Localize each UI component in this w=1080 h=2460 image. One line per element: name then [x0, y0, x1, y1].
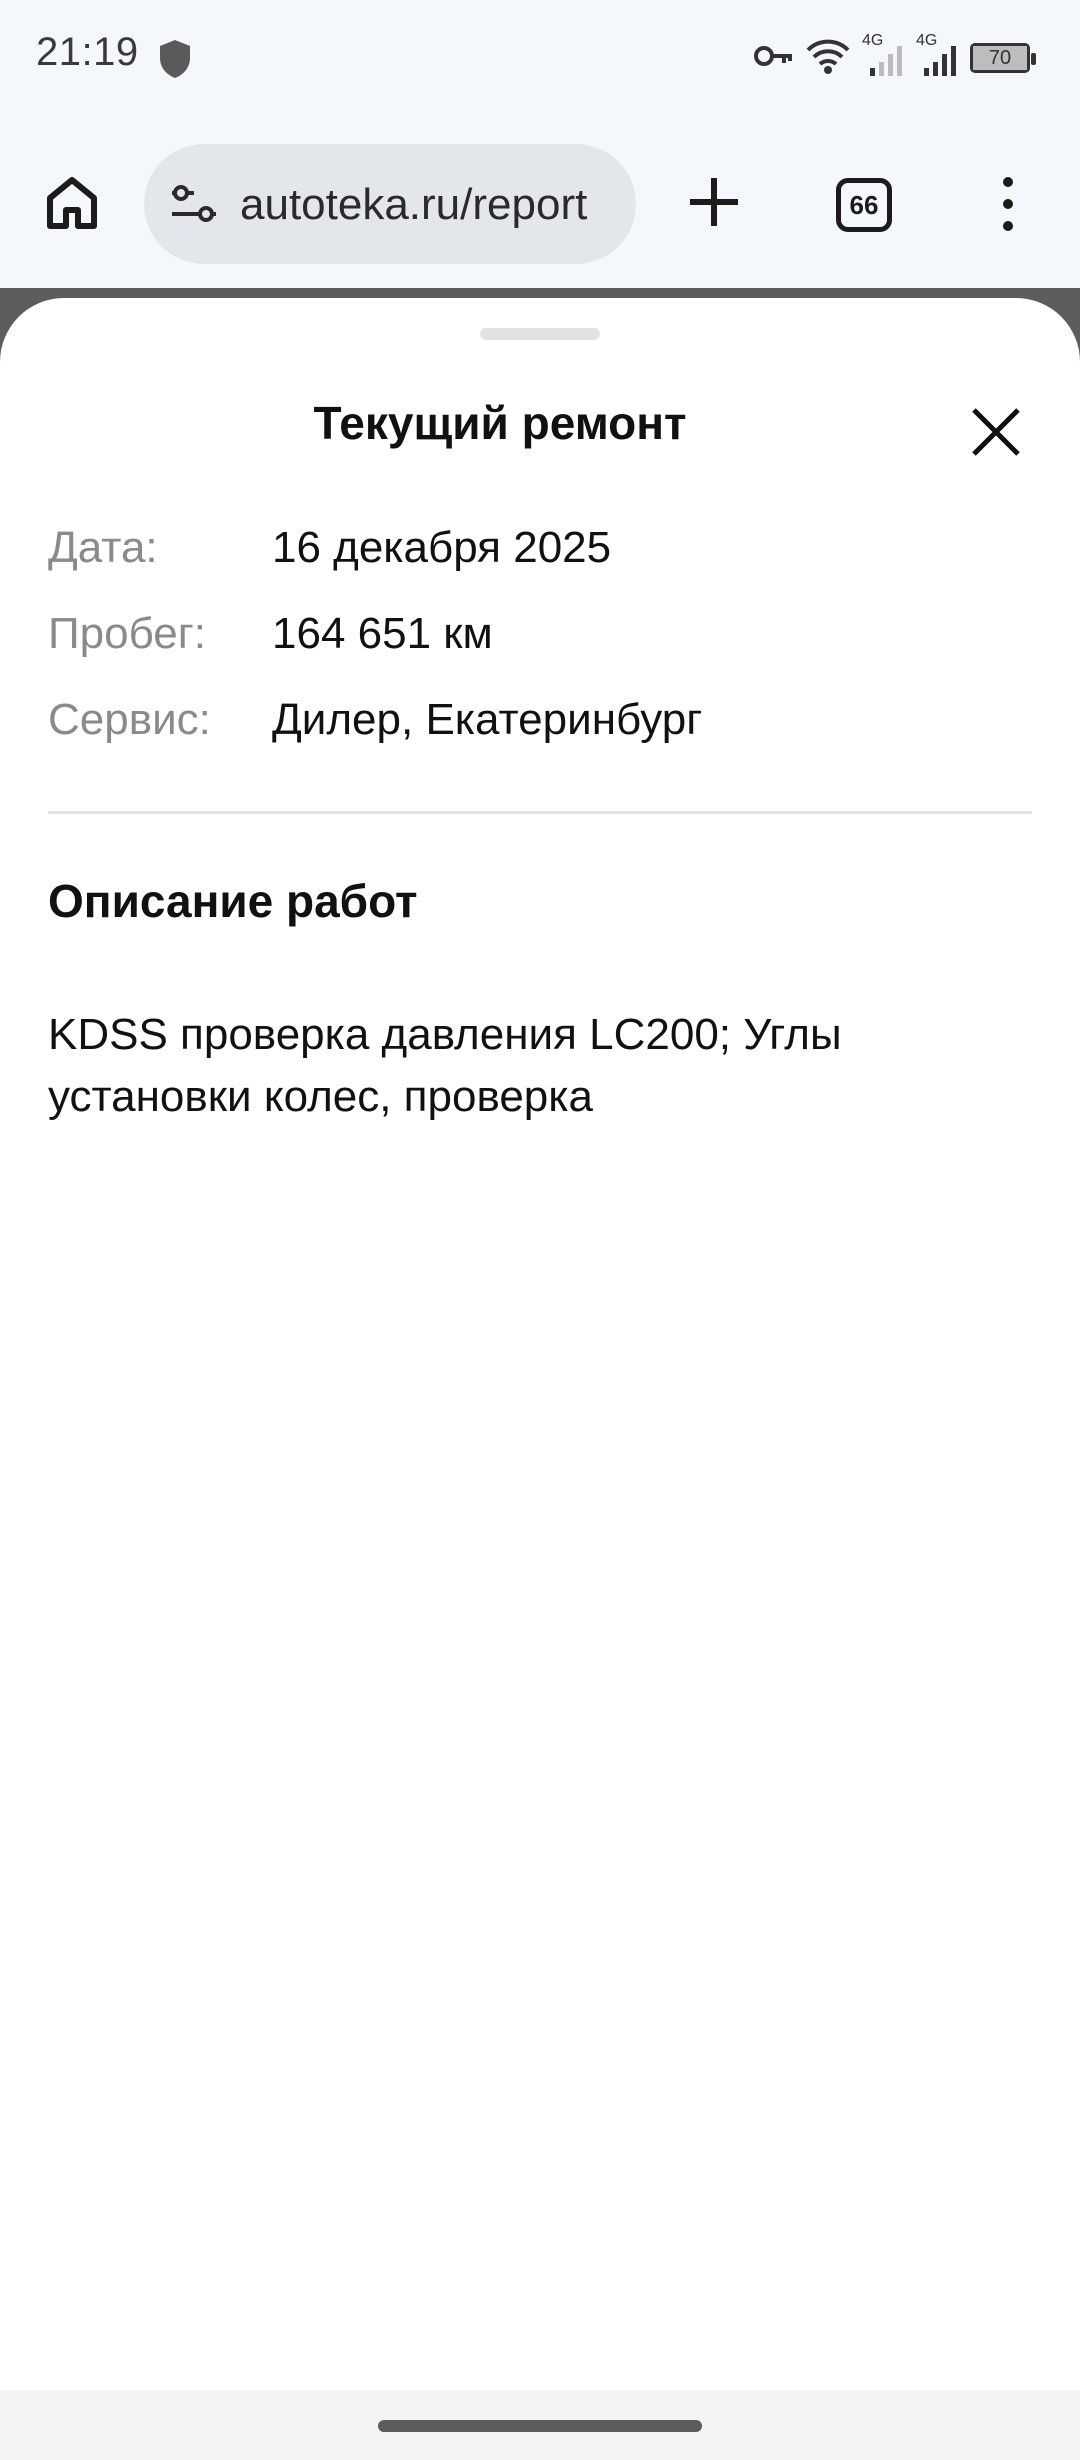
close-button[interactable] — [970, 406, 1022, 458]
date-value: 16 декабря 2025 — [272, 523, 612, 572]
gesture-nav-bar — [0, 2390, 1080, 2460]
address-bar[interactable]: autoteka.ru/report — [144, 144, 636, 264]
url-text[interactable]: autoteka.ru/report — [240, 180, 587, 230]
status-bar: 21:19 4G 4G 70 — [0, 0, 1080, 120]
sheet-title: Текущий ремонт — [313, 397, 687, 449]
mileage-value: 164 651 км — [272, 609, 493, 658]
battery-icon: 70 — [970, 43, 1036, 73]
home-gesture-handle[interactable] — [378, 2420, 702, 2432]
close-icon — [972, 408, 1020, 456]
work-description-text: KDSS проверка давления LC200; Углы устан… — [48, 1010, 842, 1121]
home-button[interactable] — [42, 172, 102, 232]
new-tab-button[interactable] — [686, 174, 742, 230]
mileage-label: Пробег: — [48, 609, 207, 658]
more-menu-button[interactable] — [996, 176, 1020, 232]
signal-icon-2: 4G — [916, 32, 960, 78]
home-icon — [47, 177, 97, 229]
vpn-key-icon — [754, 43, 794, 74]
date-label: Дата: — [48, 523, 158, 572]
service-value: Дилер, Екатеринбург — [272, 695, 703, 744]
sheet-drag-handle[interactable] — [480, 328, 600, 340]
status-icons: 4G 4G 70 — [754, 32, 1036, 81]
status-time: 21:19 — [36, 30, 139, 74]
more-icon — [1003, 177, 1013, 231]
browser-toolbar: autoteka.ru/report 66 — [0, 120, 1080, 288]
battery-level: 70 — [973, 46, 1027, 70]
tune-icon[interactable] — [170, 184, 220, 229]
work-description-title: Описание работ — [48, 875, 418, 927]
wifi-icon — [804, 36, 852, 81]
plus-icon — [690, 178, 738, 226]
repair-details-sheet: Текущий ремонт Дата: 16 декабря 2025 Про… — [0, 298, 1080, 2390]
signal-icon: 4G — [862, 32, 906, 78]
shield-icon — [158, 38, 192, 85]
divider — [48, 811, 1032, 814]
tab-switcher-button[interactable]: 66 — [836, 178, 892, 232]
service-label: Сервис: — [48, 695, 211, 744]
